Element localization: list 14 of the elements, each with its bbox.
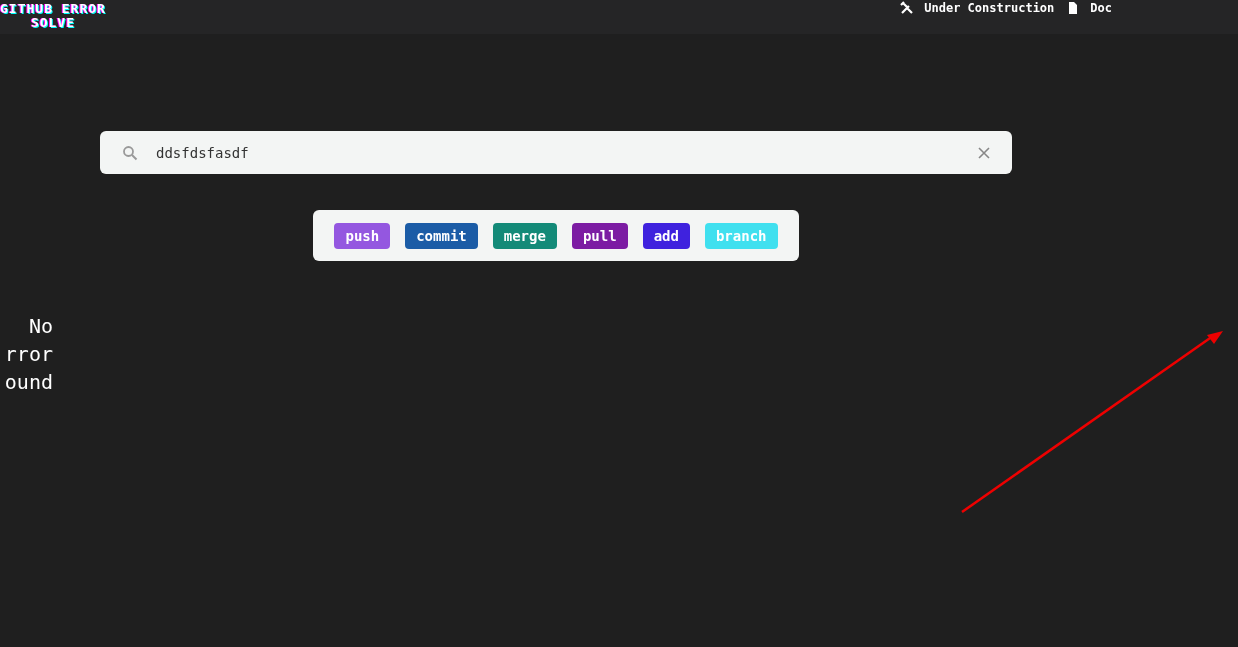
- nav-link[interactable]: Doc: [1090, 1, 1112, 15]
- clear-icon[interactable]: [978, 146, 990, 159]
- tag-button[interactable]: push: [334, 222, 391, 249]
- logo-text: GITHUB ERROR SOLVE: [0, 2, 106, 30]
- tag-button[interactable]: add: [642, 222, 690, 249]
- search-input[interactable]: ddsfdsfasdf: [154, 143, 978, 162]
- tag-button[interactable]: merge: [492, 222, 557, 249]
- nav-link[interactable]: Under Construction: [924, 1, 1055, 15]
- tools-icon: [900, 1, 915, 15]
- tag-button[interactable]: commit: [405, 222, 478, 249]
- empty-message: No rror ound: [3, 313, 53, 396]
- tag-button[interactable]: pull: [571, 222, 628, 249]
- search-field[interactable]: ddsfdsfasdf: [100, 131, 1012, 174]
- search-icon: [122, 144, 138, 161]
